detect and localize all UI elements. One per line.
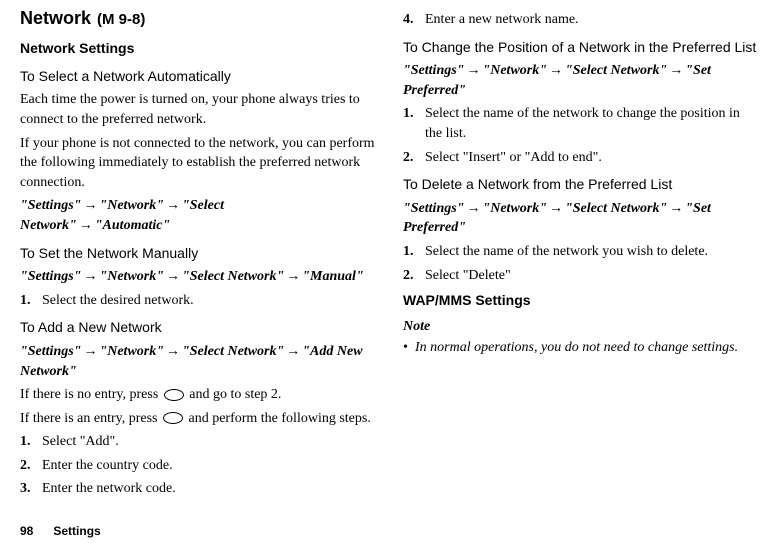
step-number: 2. [20,456,42,476]
path-segment: "Network" [99,269,164,284]
path-segment: "Network" [99,198,164,213]
path-segment: "Manual" [302,269,363,284]
arrow-icon: → [83,344,97,359]
footer-label: Settings [53,524,100,538]
step-number: 1. [20,291,42,311]
list-item: 2. Select "Insert" or "Add to end". [403,148,758,168]
note-label: Note [403,317,758,337]
menu-path-delete: "Settings"→"Network"→"Select Network"→"S… [403,199,758,238]
paragraph: If your phone is not connected to the ne… [20,134,375,193]
list-item: 2. Enter the country code. [20,456,375,476]
path-segment: "Network" [99,344,164,359]
list-item: 2. Select "Delete" [403,266,758,286]
arrow-icon: → [549,201,563,216]
arrow-icon: → [83,269,97,284]
step-number: 2. [403,148,425,168]
arrow-icon: → [166,344,180,359]
list-item: 4. Enter a new network name. [403,10,758,30]
paragraph: If there is an entry, press and perform … [20,409,375,429]
left-column: Network (M 9-8) Network Settings To Sele… [20,6,375,499]
note-text: In normal operations, you do not need to… [415,338,738,358]
arrow-icon: → [286,344,300,359]
arrow-icon: → [466,201,480,216]
arrow-icon: → [669,201,683,216]
heading-set-manual: To Set the Network Manually [20,244,375,264]
path-segment: "Select Network" [182,269,284,284]
path-segment: "Settings" [20,198,81,213]
subsection-network-settings: Network Settings [20,39,375,59]
heading-change-position: To Change the Position of a Network in t… [403,38,758,58]
right-column: 4. Enter a new network name. To Change t… [403,6,758,499]
step-number: 4. [403,10,425,30]
step-text: Select "Delete" [425,266,758,286]
step-text: Select "Add". [42,432,375,452]
step-text: Select the name of the network to change… [425,104,758,143]
step-text: Enter the country code. [42,456,375,476]
arrow-icon: → [286,269,300,284]
list-item: 1. Select "Add". [20,432,375,452]
step-text: Select the name of the network you wish … [425,242,758,262]
path-segment: "Settings" [403,201,464,216]
step-number: 2. [403,266,425,286]
text-fragment: If there is no entry, press [20,387,162,402]
paragraph: Each time the power is turned on, your p… [20,90,375,129]
menu-path-manual: "Settings"→"Network"→"Select Network"→"M… [20,267,375,287]
arrow-icon: → [669,63,683,78]
list-item: 1. Select the desired network. [20,291,375,311]
list-item: 1. Select the name of the network you wi… [403,242,758,262]
heading-delete-network: To Delete a Network from the Preferred L… [403,175,758,195]
path-segment: "Select Network" [182,344,284,359]
path-segment: "Settings" [403,63,464,78]
section-header: Network (M 9-8) [20,6,375,31]
paragraph: If there is no entry, press and go to st… [20,385,375,405]
section-title: Network [20,6,91,31]
arrow-icon: → [83,198,97,213]
path-segment: "Settings" [20,344,81,359]
step-text: Select "Insert" or "Add to end". [425,148,758,168]
path-segment: "Settings" [20,269,81,284]
bullet-icon: • [403,338,415,358]
step-number: 3. [20,479,42,499]
center-key-icon [163,412,183,424]
step-text: Enter a new network name. [425,10,758,30]
arrow-icon: → [166,269,180,284]
list-item: 3. Enter the network code. [20,479,375,499]
heading-select-auto: To Select a Network Automatically [20,67,375,87]
path-segment: "Network" [482,201,547,216]
step-number: 1. [20,432,42,452]
menu-path-change: "Settings"→"Network"→"Select Network"→"S… [403,61,758,100]
path-segment: "Select Network" [565,63,667,78]
path-segment: "Automatic" [95,218,170,233]
step-text: Enter the network code. [42,479,375,499]
heading-add-network: To Add a New Network [20,318,375,338]
subsection-wap-mms: WAP/MMS Settings [403,291,758,311]
step-number: 1. [403,242,425,262]
arrow-icon: → [166,198,180,213]
menu-code: (M 9-8) [97,9,145,30]
arrow-icon: → [79,218,93,233]
path-segment: "Select Network" [565,201,667,216]
text-fragment: If there is an entry, press [20,411,161,426]
arrow-icon: → [466,63,480,78]
text-fragment: and go to step 2. [186,387,282,402]
path-segment: "Network" [482,63,547,78]
note-bullet-row: • In normal operations, you do not need … [403,338,758,358]
menu-path-auto: "Settings"→"Network"→"Select Network"→"A… [20,196,375,235]
center-key-icon [164,389,184,401]
text-fragment: and perform the following steps. [185,411,371,426]
list-item: 1. Select the name of the network to cha… [403,104,758,143]
step-number: 1. [403,104,425,143]
step-text: Select the desired network. [42,291,375,311]
page-number: 98 [20,524,33,538]
arrow-icon: → [549,63,563,78]
menu-path-add: "Settings"→"Network"→"Select Network"→"A… [20,342,375,381]
page-footer: 98 Settings [20,523,101,540]
